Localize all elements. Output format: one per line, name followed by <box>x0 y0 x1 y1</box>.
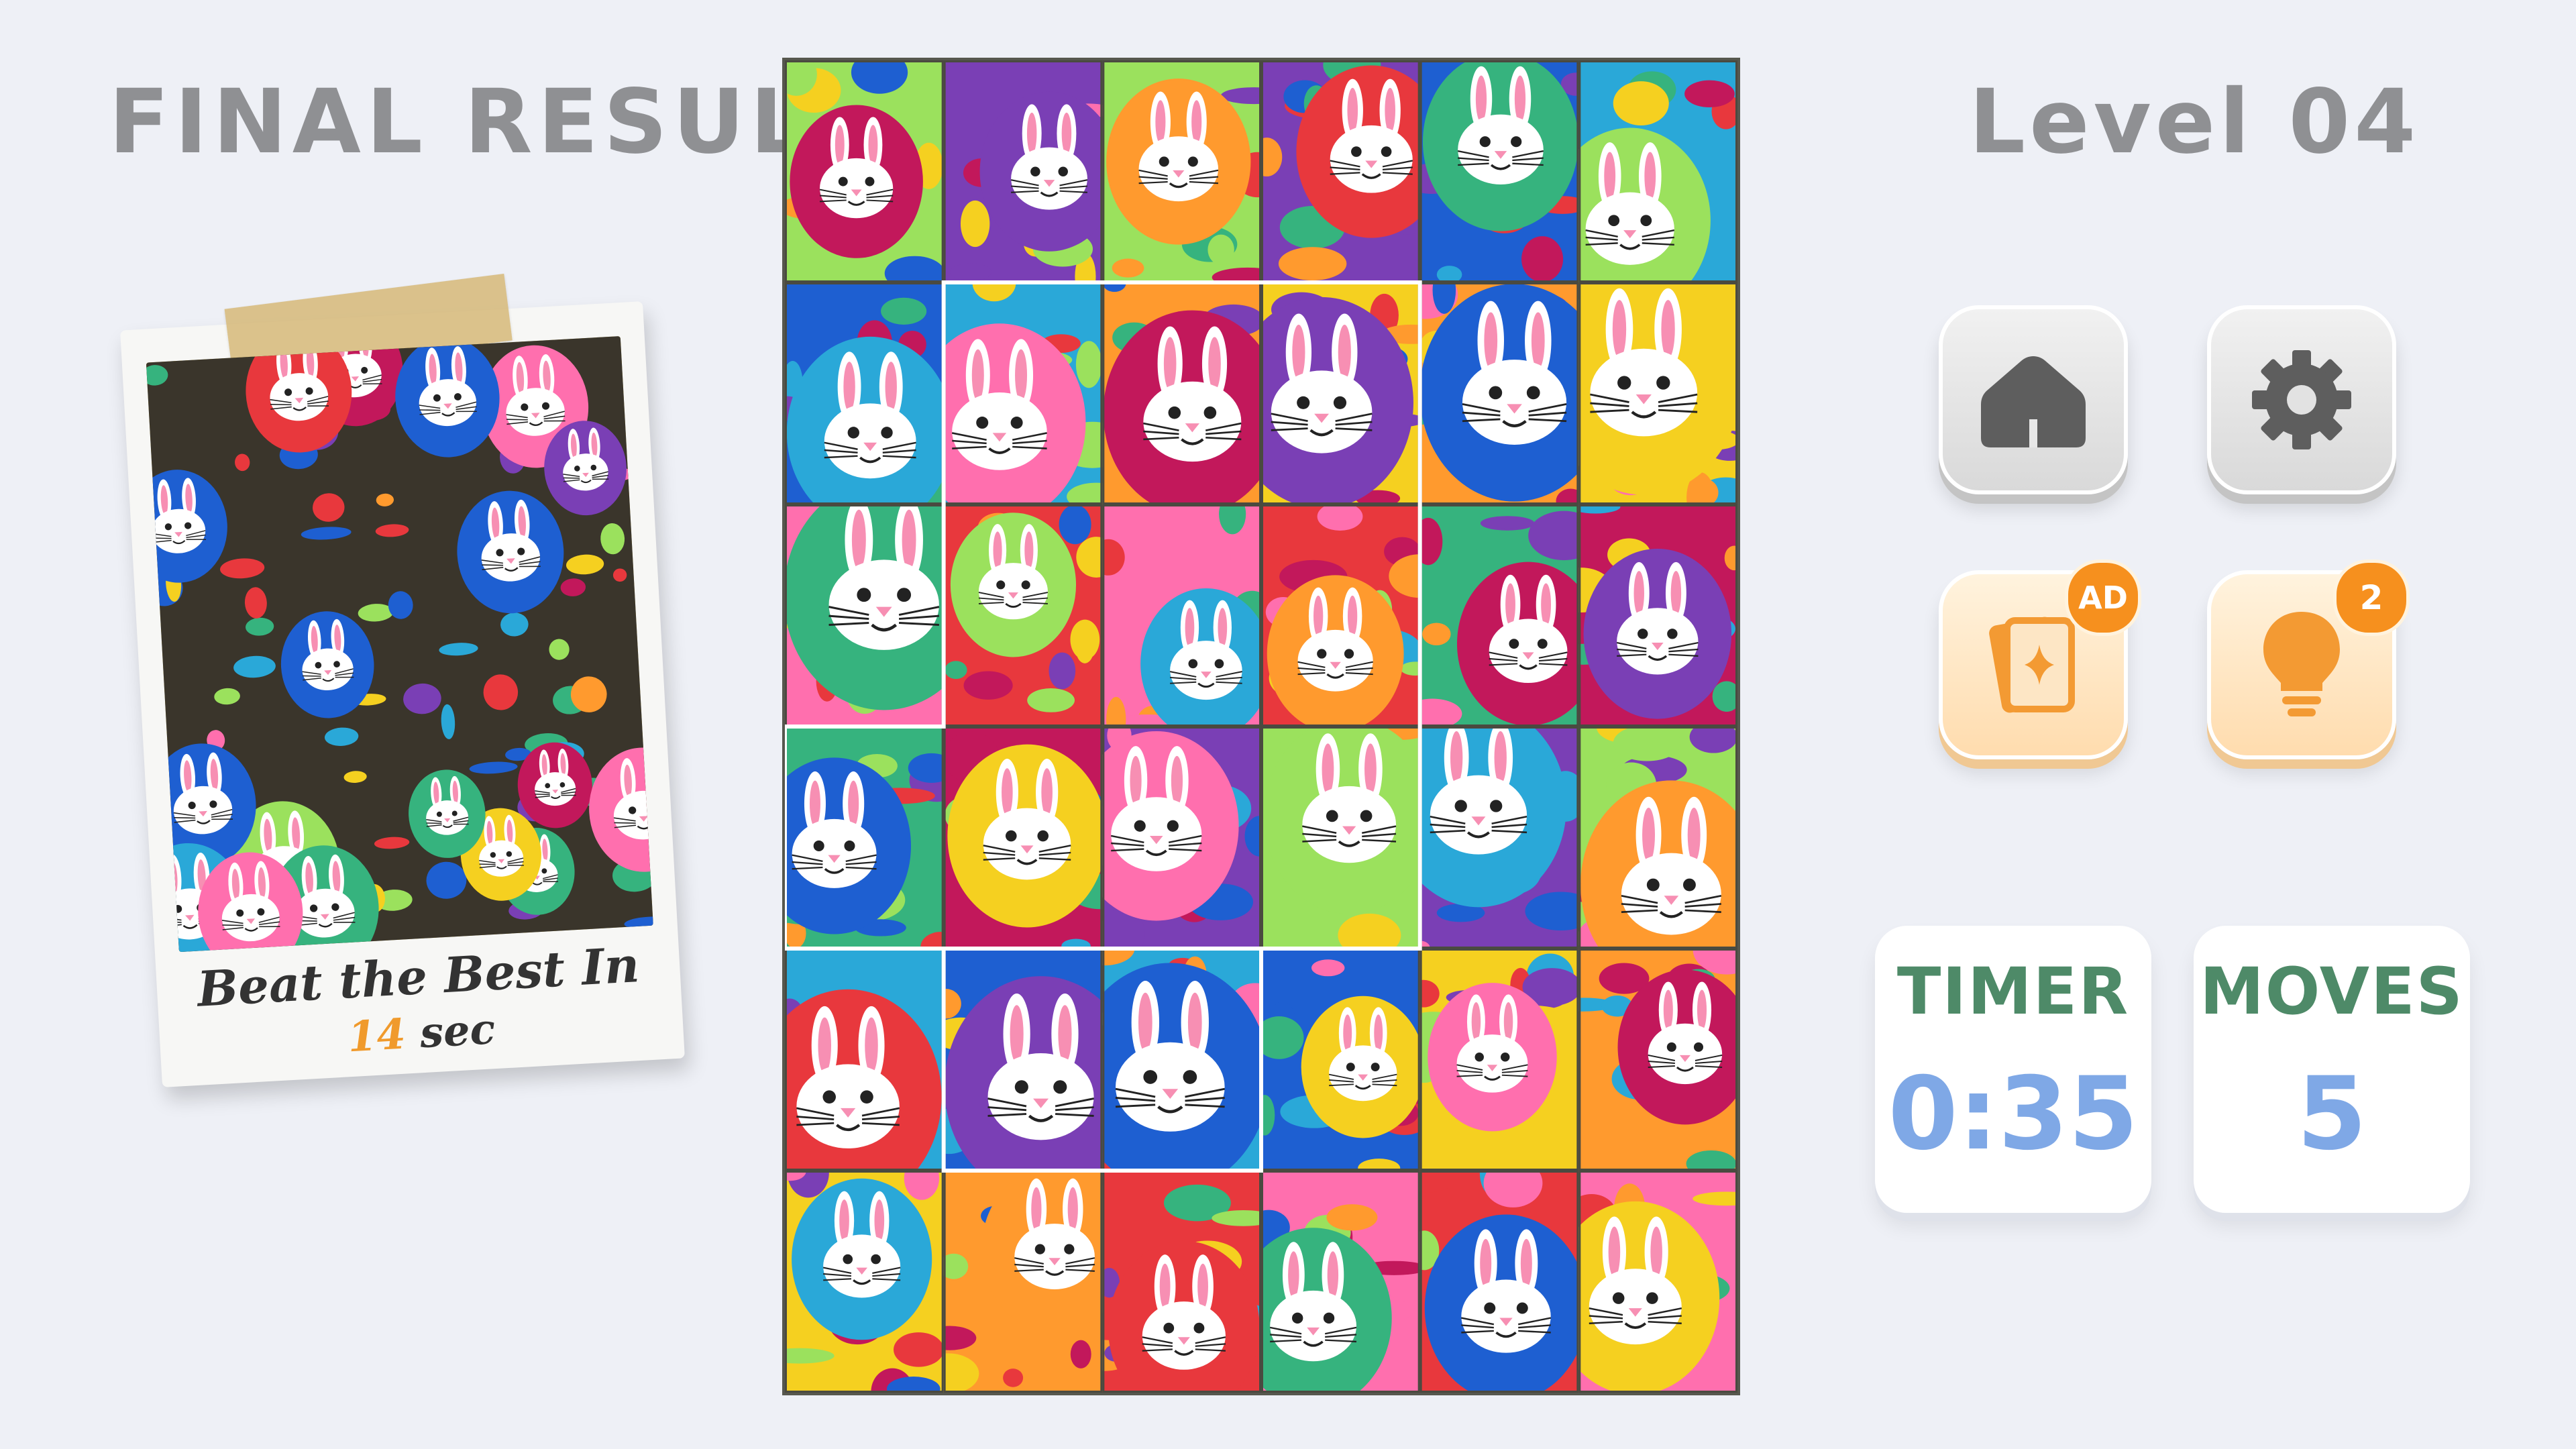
puzzle-tile[interactable] <box>785 1148 944 1393</box>
puzzle-tile[interactable] <box>1071 932 1281 1191</box>
timer-card: TIMER 0:35 <box>1875 926 2151 1213</box>
gear-icon <box>2252 350 2351 449</box>
puzzle-tiles[interactable] <box>785 60 1737 1393</box>
puzzle-tile[interactable] <box>785 282 969 529</box>
puzzle-tile[interactable] <box>1074 720 1275 959</box>
puzzle-tile[interactable] <box>1102 60 1287 287</box>
puzzle-tile[interactable] <box>1092 494 1287 747</box>
puzzle-tile[interactable] <box>1261 718 1445 957</box>
best-time-unit: sec <box>419 1004 497 1058</box>
puzzle-tile[interactable] <box>785 727 964 962</box>
puzzle-tile[interactable] <box>785 949 944 1205</box>
cards-button[interactable]: AD <box>1939 559 2141 759</box>
hint-button[interactable]: 2 <box>2207 559 2410 759</box>
ad-badge: AD <box>2065 559 2141 636</box>
moves-value: 5 <box>2296 1056 2367 1173</box>
puzzle-tile[interactable] <box>1403 949 1582 1171</box>
home-button[interactable] <box>1939 305 2128 494</box>
puzzle-tile[interactable] <box>1235 1171 1447 1393</box>
best-time-caption: Beat the Best In 14 sec <box>156 934 684 1076</box>
puzzle-tile[interactable] <box>1102 274 1281 515</box>
moves-label: MOVES <box>2200 954 2464 1029</box>
level-title: Level 04 <box>1969 70 2420 174</box>
timer-label: TIMER <box>1896 954 2130 1029</box>
puzzle-tile[interactable] <box>1551 1171 1737 1393</box>
timer-value: 0:35 <box>1888 1056 2139 1173</box>
puzzle-tile[interactable] <box>785 60 945 290</box>
puzzle-tile[interactable] <box>1251 60 1446 282</box>
home-icon <box>1981 356 2086 447</box>
puzzle-tile[interactable] <box>1559 711 1737 989</box>
cards-sparkle-icon <box>1989 616 2075 713</box>
puzzle-tile[interactable] <box>1396 1149 1587 1393</box>
puzzle-tile[interactable] <box>1402 60 1597 283</box>
puzzle-tile[interactable] <box>1403 504 1600 729</box>
hint-count-badge: 2 <box>2333 559 2410 636</box>
puzzle-board[interactable] <box>782 58 1740 1395</box>
puzzle-tile[interactable] <box>943 60 1119 300</box>
puzzle-tile[interactable] <box>1552 924 1737 1177</box>
puzzle-tile[interactable] <box>1230 282 1442 508</box>
puzzle-tile[interactable] <box>917 1165 1128 1393</box>
puzzle-tile[interactable] <box>1393 266 1609 513</box>
lightbulb-icon <box>2263 612 2340 716</box>
puzzle-tile[interactable] <box>943 504 1117 727</box>
best-time-number: 14 <box>346 1009 407 1062</box>
puzzle-tile[interactable] <box>1254 949 1430 1177</box>
moves-card: MOVES 5 <box>2194 926 2470 1213</box>
final-result-preview: Beat the Best In 14 sec <box>120 274 685 1087</box>
puzzle-tile[interactable] <box>1075 1171 1275 1393</box>
settings-button[interactable] <box>2207 305 2396 494</box>
preview-image <box>146 336 653 953</box>
final-result-title: FINAL RESULT <box>109 70 863 174</box>
